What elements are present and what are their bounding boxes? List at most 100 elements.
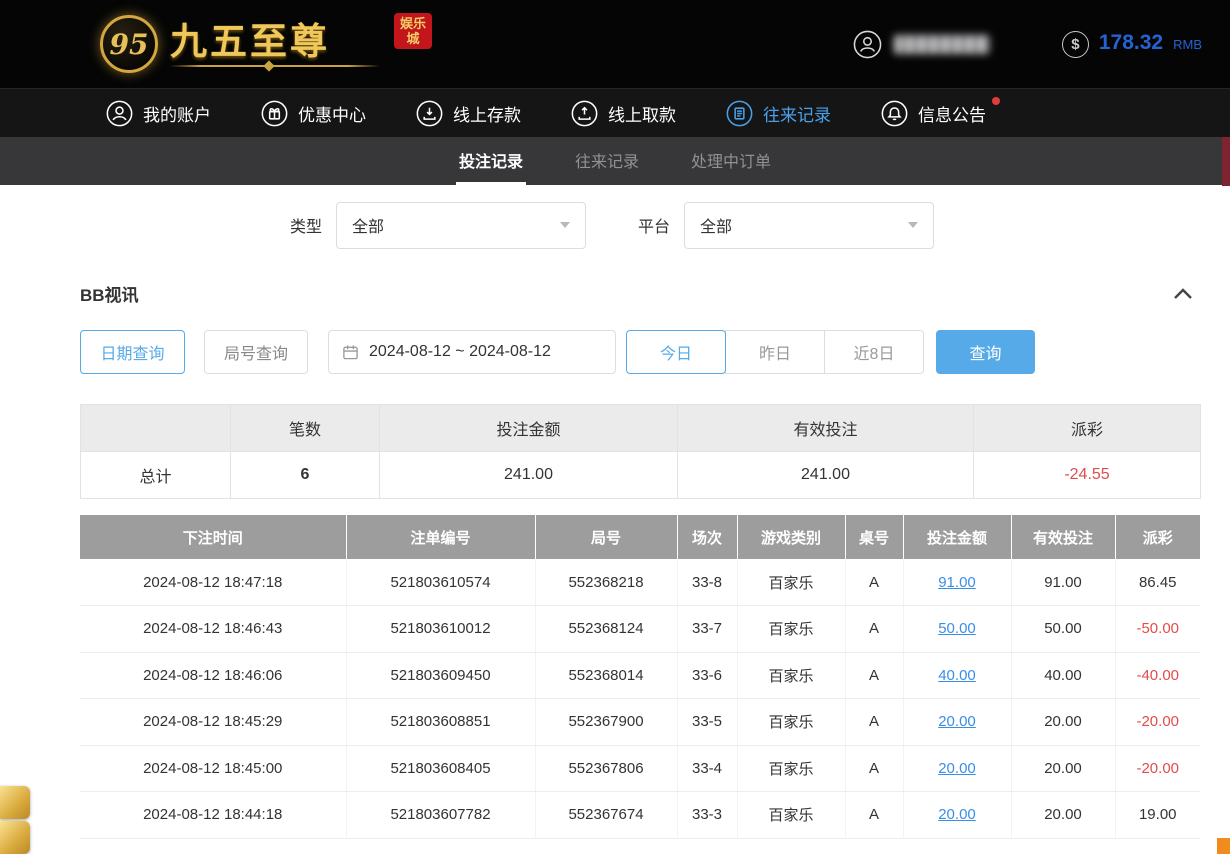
cell-valid: 20.00 [1011,699,1115,746]
cell-payout: -50.00 [1115,606,1200,653]
balance-amount: 178.32 [1099,31,1163,55]
cell-game: 百家乐 [737,559,845,606]
tab-label: 处理中订单 [691,148,771,172]
table-row: 2024-08-12 18:46:43521803610012552368124… [80,606,1200,653]
promo-gold-icon [0,786,30,819]
cell-time: 2024-08-12 18:47:18 [80,559,346,606]
calendar-icon [342,344,359,361]
emblem-text: 95 [110,28,149,61]
nav-item-withdraw[interactable]: 线上取款 [571,100,676,127]
withdraw-circle-icon [571,100,598,127]
corner-widget[interactable] [1217,838,1230,854]
cell-bet_id: 521803609450 [346,652,535,699]
nav-item-transaction-records[interactable]: 往来记录 [726,100,831,127]
brand-logo[interactable]: 95 九五至尊 娱乐城 [100,15,432,73]
records-circle-icon [726,100,753,127]
today-button[interactable]: 今日 [626,330,726,374]
chevron-up-icon[interactable] [1172,286,1194,301]
cell-payout: -40.00 [1115,652,1200,699]
cell-valid: 91.00 [1011,559,1115,606]
yesterday-button[interactable]: 昨日 [725,330,825,374]
type-select-value: 全部 [352,213,384,237]
last-8-days-button[interactable]: 近8日 [824,330,924,374]
nav-item-promotions[interactable]: 优惠中心 [261,100,366,127]
cell-bet: 20.00 [903,699,1011,746]
logo-emblem-icon: 95 [100,15,158,73]
brand-flourish [170,65,380,67]
summary-payout: -24.55 [974,452,1201,499]
date-query-button[interactable]: 日期查询 [80,330,185,374]
cell-bet: 20.00 [903,792,1011,839]
summary-table: 笔数 投注金额 有效投注 派彩 总计 6 241.00 241.00 -24.5… [80,404,1201,499]
summary-valid-bet: 241.00 [678,452,974,499]
tab-processing-orders[interactable]: 处理中订单 [688,137,774,185]
summary-header-bet-amount: 投注金额 [380,405,678,452]
platform-select[interactable]: 全部 [684,202,934,249]
tab-transaction-records[interactable]: 往来记录 [572,137,642,185]
bet-amount-link[interactable]: 91.00 [938,574,976,591]
cell-bet_id: 521803610012 [346,606,535,653]
cell-table_no: A [845,745,903,792]
summary-header-empty [81,405,231,452]
nav-label: 优惠中心 [298,101,366,126]
bell-circle-icon [881,100,908,127]
table-row: 2024-08-12 18:45:00521803608405552367806… [80,745,1200,792]
col-payout: 派彩 [1115,515,1200,559]
cell-time: 2024-08-12 18:45:00 [80,745,346,792]
summary-header-payout: 派彩 [974,405,1201,452]
user-account[interactable] [853,30,990,59]
cell-round_id: 552367900 [535,699,677,746]
bet-amount-link[interactable]: 20.00 [938,713,976,730]
nav-item-announcements[interactable]: 信息公告 [881,100,986,127]
cell-game: 百家乐 [737,606,845,653]
nav-label: 线上取款 [608,101,676,126]
summary-header-valid-bet: 有效投注 [678,405,974,452]
col-valid-bet: 有效投注 [1011,515,1115,559]
type-select[interactable]: 全部 [336,202,586,249]
bet-amount-link[interactable]: 20.00 [938,806,976,823]
balance[interactable]: $ 178.32 RMB [1062,31,1202,58]
cell-time: 2024-08-12 18:45:29 [80,699,346,746]
tab-bet-records[interactable]: 投注记录 [456,137,526,185]
bet-table-body: 2024-08-12 18:47:18521803610574552368218… [80,559,1200,838]
nav-label: 线上存款 [453,101,521,126]
cell-session: 33-5 [677,699,737,746]
quick-date-group: 今日 昨日 近8日 [626,330,924,374]
nav-label: 我的账户 [143,101,211,126]
cell-payout: -20.00 [1115,745,1200,792]
date-range-input[interactable]: 2024-08-12 ~ 2024-08-12 [328,330,616,374]
nav-item-my-account[interactable]: 我的账户 [106,100,211,127]
cell-round_id: 552368014 [535,652,677,699]
cell-time: 2024-08-12 18:46:43 [80,606,346,653]
user-circle-icon [106,100,133,127]
notification-dot [992,97,1000,105]
section-header: BB视讯 [80,281,1194,306]
cell-game: 百家乐 [737,699,845,746]
cell-session: 33-8 [677,559,737,606]
summary-count: 6 [231,452,380,499]
bet-amount-link[interactable]: 50.00 [938,620,976,637]
cell-payout: 19.00 [1115,792,1200,839]
summary-total-row: 总计 6 241.00 241.00 -24.55 [81,452,1201,499]
cell-round_id: 552368218 [535,559,677,606]
cell-bet_id: 521803607782 [346,792,535,839]
brand-badge: 娱乐城 [394,13,432,49]
chevron-down-icon [908,222,918,228]
cell-session: 33-6 [677,652,737,699]
cell-bet_id: 521803608851 [346,699,535,746]
round-query-button[interactable]: 局号查询 [204,330,308,374]
cell-valid: 20.00 [1011,792,1115,839]
cell-table_no: A [845,792,903,839]
section-title: BB视讯 [80,281,139,306]
col-session: 场次 [677,515,737,559]
nav-item-deposit[interactable]: 线上存款 [416,100,521,127]
promo-gold-icon [0,821,30,854]
main-content: 类型 全部 平台 全部 BB视讯 日期查询 局号查询 2024-08-12 ~ … [0,201,1230,839]
bet-amount-link[interactable]: 40.00 [938,667,976,684]
floating-promo-widget[interactable] [0,784,30,854]
summary-header-row: 笔数 投注金额 有效投注 派彩 [81,405,1201,452]
cell-round_id: 552368124 [535,606,677,653]
cell-session: 33-7 [677,606,737,653]
search-button[interactable]: 查询 [936,330,1035,374]
bet-amount-link[interactable]: 20.00 [938,760,976,777]
